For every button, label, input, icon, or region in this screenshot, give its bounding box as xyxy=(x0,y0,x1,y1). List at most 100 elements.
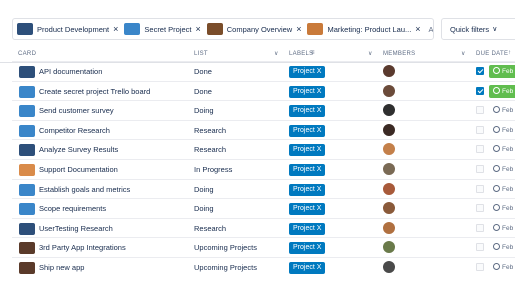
due-date-badge[interactable]: Feb xyxy=(489,124,515,137)
due-date-badge[interactable]: Feb xyxy=(489,65,515,78)
card-thumbnail xyxy=(19,183,35,196)
avatar[interactable] xyxy=(383,221,395,234)
card-title[interactable]: 3rd Party App Integrations xyxy=(39,243,126,252)
clock-icon xyxy=(493,67,500,74)
clock-icon xyxy=(493,184,500,192)
avatar[interactable] xyxy=(383,163,395,175)
board-tabs: Product Development × Secret Project × Compa… xyxy=(12,18,434,40)
table-row[interactable]: Analyze Survey Results Research Project X F… xyxy=(12,139,515,159)
table-row[interactable]: Competitor Research Research Project X Feb xyxy=(12,119,515,140)
due-complete-checkbox[interactable] xyxy=(476,125,484,134)
list-name: Done xyxy=(194,67,212,76)
due-date-badge[interactable]: Feb xyxy=(489,222,515,235)
board-tab[interactable]: Marketing: Product Lau... × xyxy=(307,23,421,35)
label-badge[interactable]: Project X xyxy=(289,242,326,255)
avatar[interactable] xyxy=(383,65,395,77)
card-thumbnail xyxy=(19,105,35,118)
avatar[interactable] xyxy=(383,202,395,215)
column-members[interactable]: MEMBERS xyxy=(383,51,415,57)
card-title[interactable]: Support Documentation xyxy=(39,165,118,174)
avatar[interactable] xyxy=(383,143,395,156)
table-row[interactable]: API documentation Done Project X Feb xyxy=(12,61,515,81)
board-tab[interactable]: Product Development × xyxy=(17,23,118,35)
close-icon[interactable]: × xyxy=(113,24,118,34)
due-date-badge[interactable]: Feb xyxy=(489,202,515,215)
column-labels[interactable]: LABELS xyxy=(289,51,313,57)
due-complete-checkbox[interactable] xyxy=(476,184,484,193)
add-boards-dropdown[interactable]: Add Boards∨ xyxy=(429,25,433,34)
close-icon[interactable]: × xyxy=(296,24,301,34)
table-row[interactable]: Send customer survey Doing Project X Feb xyxy=(12,100,515,120)
label-badge[interactable]: Project X xyxy=(289,222,326,235)
filter-icon[interactable]: ≡ xyxy=(311,50,315,56)
label-badge[interactable]: Project X xyxy=(289,183,326,196)
card-title[interactable]: Ship new app xyxy=(39,263,84,272)
close-icon[interactable]: × xyxy=(415,24,420,34)
label-badge[interactable]: Project X xyxy=(289,105,326,118)
card-title[interactable]: Create secret project Trello board xyxy=(39,87,150,96)
avatar[interactable] xyxy=(383,104,395,117)
chevron-down-icon[interactable]: ∨ xyxy=(274,50,279,57)
due-complete-checkbox[interactable] xyxy=(476,67,484,75)
column-due-date[interactable]: DUE DATE xyxy=(476,51,508,57)
due-date-badge[interactable]: Feb xyxy=(489,104,515,117)
column-card[interactable]: CARD xyxy=(18,51,36,57)
card-title[interactable]: UserTesting Research xyxy=(39,224,113,233)
card-title[interactable]: API documentation xyxy=(39,67,102,76)
due-date-badge[interactable]: Feb xyxy=(489,143,515,156)
due-date-badge[interactable]: Feb xyxy=(489,84,515,98)
list-name: Upcoming Projects xyxy=(194,263,257,272)
due-complete-checkbox[interactable] xyxy=(476,106,484,115)
card-thumbnail xyxy=(19,203,35,216)
label-badge[interactable]: Project X xyxy=(289,262,326,274)
board-tab[interactable]: Secret Project × xyxy=(124,23,201,35)
avatar[interactable] xyxy=(383,84,395,97)
clock-icon xyxy=(493,106,500,114)
avatar[interactable] xyxy=(383,261,395,273)
label-badge[interactable]: Project X xyxy=(289,66,326,78)
column-list[interactable]: LIST xyxy=(194,51,208,57)
table-row[interactable]: Support Documentation In Progress Project … xyxy=(12,159,515,179)
label-badge[interactable]: Project X xyxy=(289,144,326,157)
due-date-badge[interactable]: Feb xyxy=(489,241,515,254)
table-row[interactable]: Create secret project Trello board Done Pr… xyxy=(12,80,515,101)
due-complete-checkbox[interactable] xyxy=(476,204,484,213)
table-row[interactable]: UserTesting Research Research Project X Feb xyxy=(12,217,515,238)
avatar[interactable] xyxy=(383,182,395,195)
due-date-badge[interactable]: Feb xyxy=(489,183,515,196)
table-row[interactable]: 3rd Party App Integrations Upcoming Proje… xyxy=(12,237,515,257)
card-title[interactable]: Analyze Survey Results xyxy=(39,145,118,154)
board-tab[interactable]: Company Overview × xyxy=(206,23,301,35)
card-title[interactable]: Competitor Research xyxy=(39,126,110,135)
close-icon[interactable]: × xyxy=(196,24,201,34)
due-date-text: Feb xyxy=(502,166,514,173)
due-date-badge[interactable]: Feb xyxy=(489,261,515,274)
quick-filters-button[interactable]: Quick filters ∨ xyxy=(441,18,515,40)
label-badge[interactable]: Project X xyxy=(289,124,326,137)
chevron-down-icon[interactable]: ∨ xyxy=(368,50,373,57)
label-badge[interactable]: Project X xyxy=(289,164,326,176)
due-complete-checkbox[interactable] xyxy=(476,223,484,232)
due-complete-checkbox[interactable] xyxy=(476,145,484,154)
table-row[interactable]: Scope requirements Doing Project X Feb xyxy=(12,198,515,218)
due-date-text: Feb xyxy=(502,126,514,134)
label-badge[interactable]: Project X xyxy=(289,85,326,98)
due-date-text: Feb xyxy=(502,205,514,213)
list-name: Research xyxy=(194,145,227,155)
card-title[interactable]: Establish goals and metrics xyxy=(39,185,130,194)
list-name: Research xyxy=(194,223,227,233)
due-complete-checkbox[interactable] xyxy=(476,165,484,173)
avatar[interactable] xyxy=(383,241,395,254)
due-complete-checkbox[interactable] xyxy=(476,86,484,95)
card-title[interactable]: Scope requirements xyxy=(39,204,106,213)
due-date-badge[interactable]: Feb xyxy=(489,163,515,176)
due-complete-checkbox[interactable] xyxy=(476,243,484,252)
chevron-down-icon[interactable]: ∨ xyxy=(461,50,466,57)
due-complete-checkbox[interactable] xyxy=(476,263,484,271)
sort-ascending-icon[interactable]: ↑ xyxy=(508,50,511,56)
table-row[interactable]: Establish goals and metrics Doing Project … xyxy=(12,178,515,199)
table-row[interactable]: Ship new app Upcoming Projects Project X Fe… xyxy=(12,257,515,277)
card-title[interactable]: Send customer survey xyxy=(39,106,114,115)
avatar[interactable] xyxy=(383,123,395,136)
label-badge[interactable]: Project X xyxy=(289,203,326,216)
